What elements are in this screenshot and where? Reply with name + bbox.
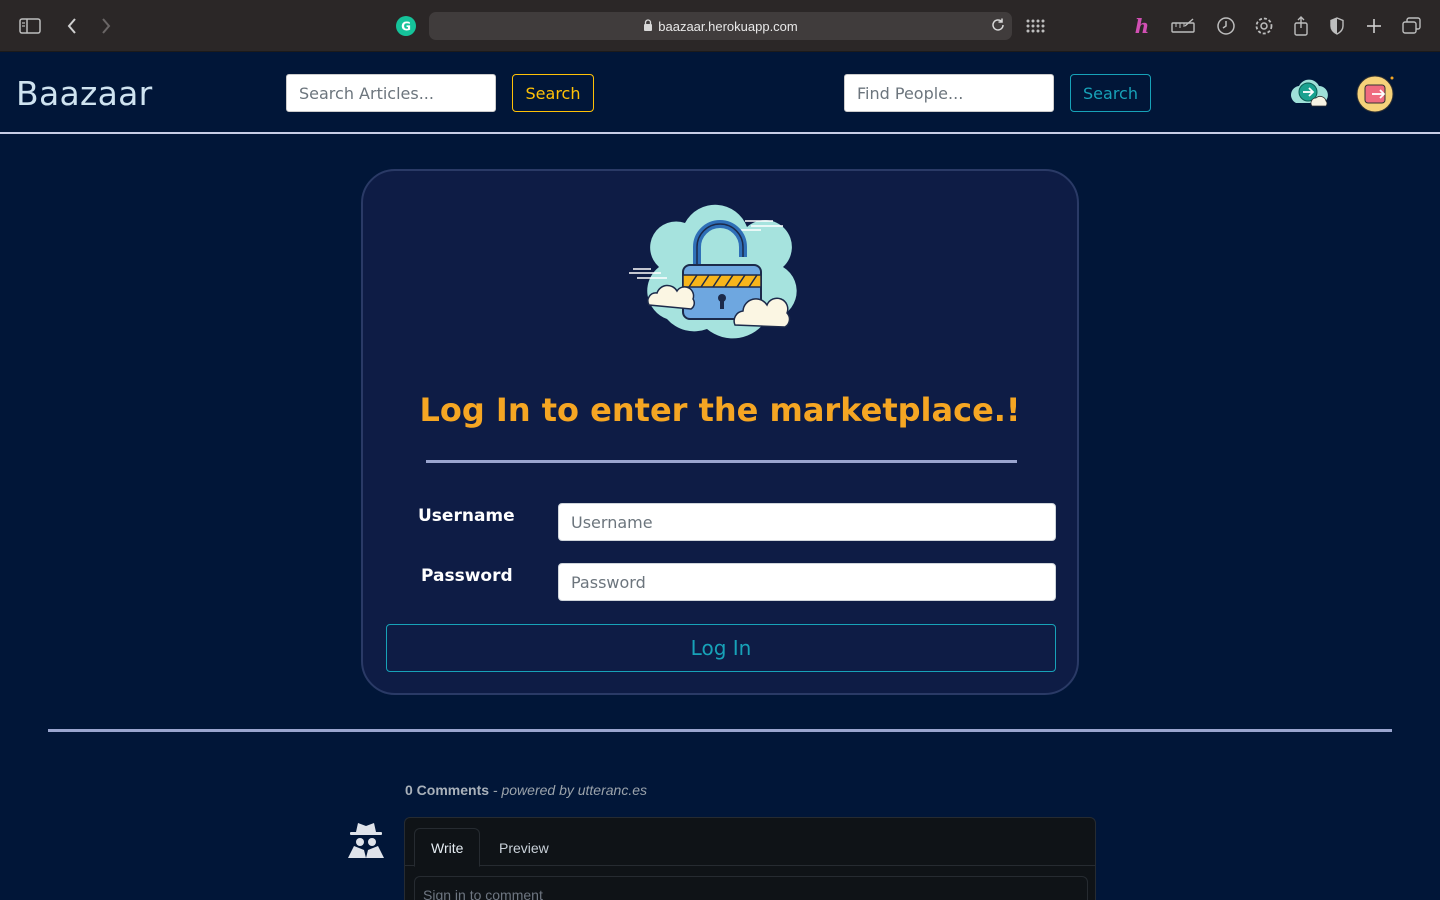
article-search-input[interactable]: [286, 74, 496, 112]
username-label: Username: [418, 506, 515, 526]
honey-icon[interactable]: h: [1130, 14, 1154, 38]
login-card: Log In to enter the marketplace.! Userna…: [361, 169, 1079, 695]
logout-icon[interactable]: [1352, 73, 1398, 115]
sidebar-icon[interactable]: [18, 14, 42, 38]
grid-icon[interactable]: [1024, 14, 1048, 38]
grammarly-icon[interactable]: G: [394, 14, 418, 38]
browser-toolbar: G baazaar.herokuapp.com h: [0, 0, 1440, 52]
address-bar[interactable]: baazaar.herokuapp.com: [429, 12, 1012, 40]
brand-logo[interactable]: Baazaar: [16, 74, 153, 113]
card-divider: [426, 460, 1017, 463]
login-button[interactable]: Log In: [386, 624, 1056, 672]
site-navbar: Baazaar Search Search: [0, 52, 1440, 134]
ruler-icon[interactable]: [1171, 14, 1195, 38]
lock-icon: [643, 18, 653, 34]
login-icon[interactable]: [1286, 73, 1332, 115]
comment-editor: Write Preview Sign in to comment: [404, 817, 1096, 900]
share-icon[interactable]: [1289, 14, 1313, 38]
username-field[interactable]: [558, 503, 1056, 541]
unlocked-padlock-cloud-icon: [627, 201, 807, 351]
shield-icon[interactable]: [1325, 14, 1349, 38]
svg-text:G: G: [401, 20, 411, 34]
reload-icon[interactable]: [990, 17, 1006, 36]
comments-powered-by[interactable]: - powered by utteranc.es: [493, 782, 647, 798]
comment-tabs: Write Preview: [405, 818, 1095, 867]
back-icon[interactable]: [60, 14, 84, 38]
article-search-button[interactable]: Search: [512, 74, 594, 112]
history-icon[interactable]: [1214, 14, 1238, 38]
people-search-input[interactable]: [844, 74, 1054, 112]
comment-textarea[interactable]: Sign in to comment: [414, 876, 1088, 900]
page-divider: [48, 729, 1392, 732]
anonymous-user-icon: [344, 820, 388, 860]
login-title: Log In to enter the marketplace.!: [419, 391, 1021, 429]
comments-count: 0 Comments: [405, 782, 490, 798]
url-text: baazaar.herokuapp.com: [658, 18, 798, 34]
svg-text:h: h: [1135, 15, 1150, 37]
gear-icon[interactable]: [1252, 14, 1276, 38]
tabs-overview-icon[interactable]: [1400, 14, 1424, 38]
password-label: Password: [421, 566, 513, 586]
forward-icon[interactable]: [94, 14, 118, 38]
tab-preview[interactable]: Preview: [483, 828, 565, 867]
comments-header: 0 Comments - powered by utteranc.es: [405, 782, 647, 798]
password-field[interactable]: [558, 563, 1056, 601]
people-search-button[interactable]: Search: [1070, 74, 1151, 112]
new-tab-icon[interactable]: [1362, 14, 1386, 38]
tab-write[interactable]: Write: [414, 828, 481, 867]
